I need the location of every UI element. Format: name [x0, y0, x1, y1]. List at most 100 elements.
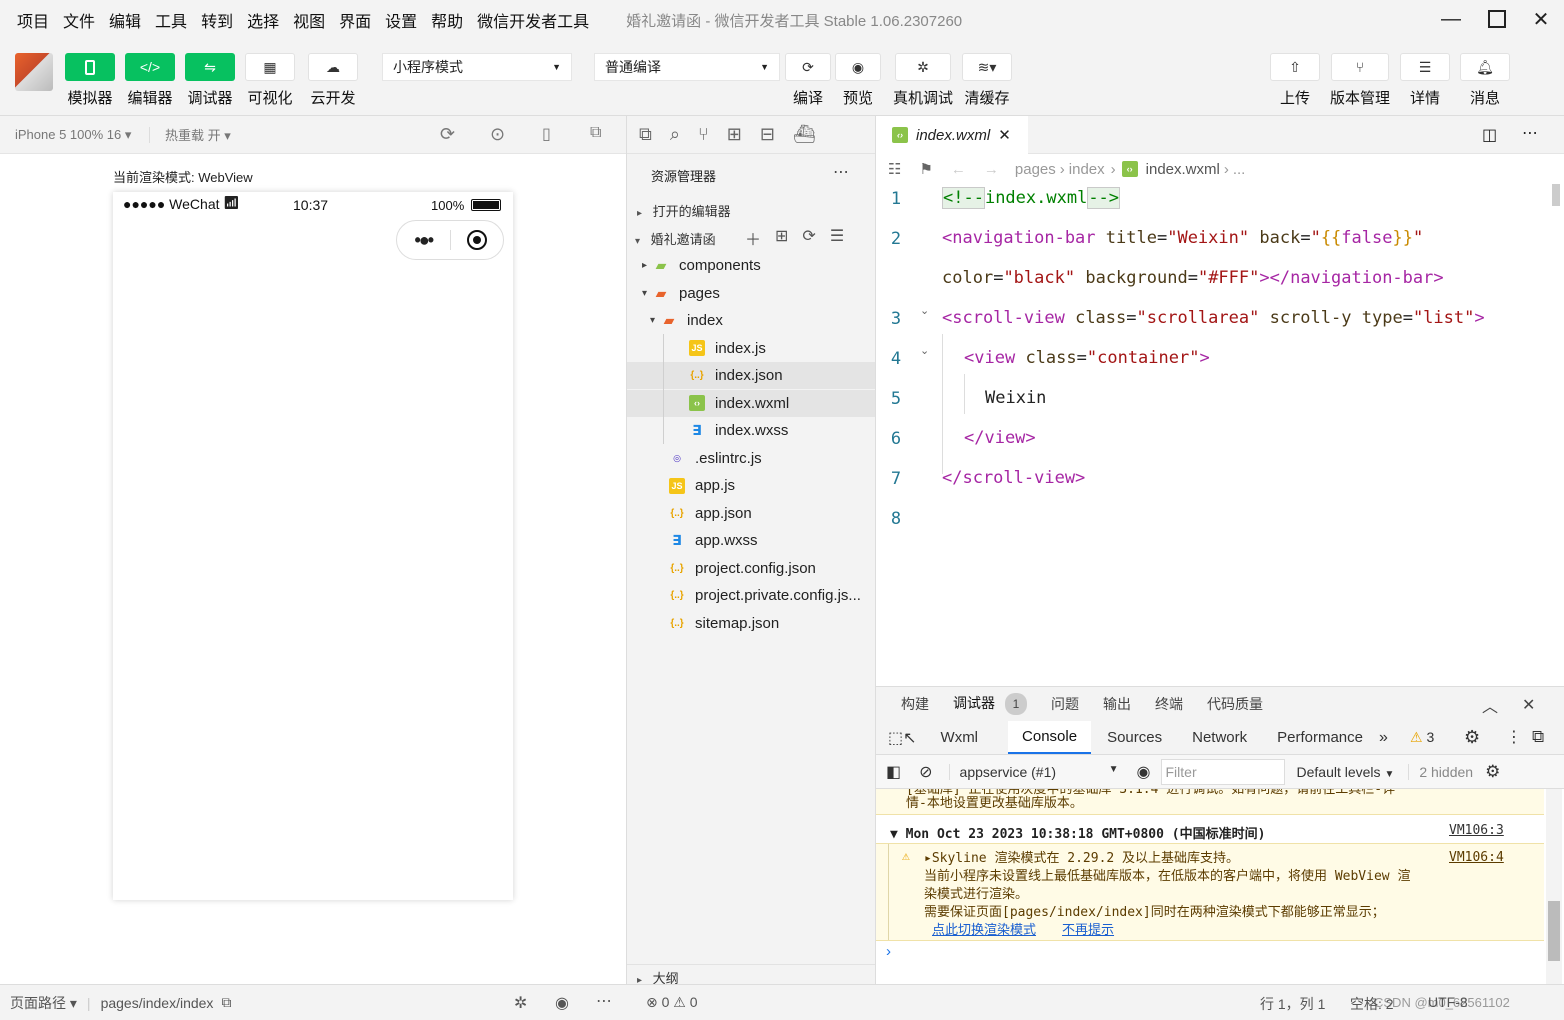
back-arrow-icon[interactable]: ← [951, 161, 966, 178]
sidebar-toggle-icon[interactable]: ◧ [886, 762, 901, 782]
console-prompt-icon[interactable]: › [886, 943, 891, 960]
hot-reload-select[interactable]: 热重载 开 ▾ [150, 125, 231, 144]
version-button[interactable]: ⑂ 版本管理 [1330, 53, 1390, 108]
mode-select[interactable]: 小程序模式 ▼ [382, 53, 572, 81]
menu-item-edit[interactable]: 编辑 [102, 8, 148, 32]
menu-item-view[interactable]: 视图 [286, 8, 332, 32]
simulator-button[interactable]: 模拟器 [65, 53, 115, 108]
preview-button[interactable]: ◉ 预览 [835, 53, 881, 108]
chevron-down-icon[interactable]: ▾ [627, 288, 653, 299]
bookmark-icon[interactable]: ⚑ [919, 160, 932, 178]
clear-console-icon[interactable]: ⊘ [919, 762, 932, 782]
tree-item[interactable]: ◎ .eslintrc.js [627, 445, 875, 472]
cloud-button[interactable]: ☁ 云开发 [308, 53, 358, 108]
split-editor-icon[interactable]: ◫ [1482, 125, 1497, 145]
breadcrumb-index[interactable]: index [1069, 161, 1105, 178]
close-icon[interactable]: ✕ [1522, 695, 1535, 715]
device-select[interactable]: iPhone 5 100% 16 ▾ [0, 126, 150, 143]
cursor-position[interactable]: 行 1，列 1 [1260, 994, 1325, 1014]
menu-item-file[interactable]: 文件 [56, 8, 102, 32]
real-debug-button[interactable]: ✲ 真机调试 [893, 53, 953, 108]
forward-arrow-icon[interactable]: → [984, 161, 999, 178]
tab-debugger[interactable]: 调试器 [953, 685, 995, 723]
avatar[interactable] [15, 53, 53, 91]
tab-problems[interactable]: 问题 [1051, 694, 1079, 714]
tree-item[interactable]: JS app.js [627, 472, 875, 499]
compile-select[interactable]: 普通编译 ▼ [594, 53, 780, 81]
menu-item-settings[interactable]: 设置 [378, 8, 424, 32]
kebab-icon[interactable]: ⋮ [1506, 727, 1522, 747]
list-icon[interactable]: ☷ [888, 160, 901, 178]
stop-icon[interactable]: ⊙ [490, 124, 505, 145]
extensions-icon[interactable]: ⊞ [727, 124, 742, 145]
more-tabs-icon[interactable]: » [1379, 729, 1388, 747]
breadcrumb-more[interactable]: ... [1233, 161, 1246, 178]
tab-network[interactable]: Network [1192, 729, 1247, 746]
docker-icon[interactable]: ⛴ [793, 124, 816, 145]
collapse-icon[interactable]: ☰ [830, 226, 844, 250]
tab-terminal[interactable]: 终端 [1155, 694, 1183, 714]
menu-item-select[interactable]: 选择 [240, 8, 286, 32]
inspect-icon[interactable]: ⬚↖ [888, 728, 917, 748]
outline-section[interactable]: ▸ 大纲 [627, 964, 875, 986]
console-group-header[interactable]: ▼ Mon Oct 23 2023 10:38:18 GMT+0800 (中国标… [890, 823, 1265, 842]
popout-icon[interactable]: ⧉ [590, 124, 601, 142]
open-editors-section[interactable]: ▸ 打开的编辑器 [637, 201, 731, 220]
new-file-icon[interactable]: ＋ [745, 226, 761, 250]
tree-item[interactable]: {..} project.private.config.js... [627, 582, 875, 609]
context-select[interactable]: appservice (#1) ▼ [948, 763, 1119, 780]
editor-scrollbar[interactable] [1552, 184, 1560, 206]
gear-icon[interactable]: ⚙ [1464, 727, 1480, 748]
chevron-down-icon[interactable]: ▾ [627, 315, 661, 326]
editor-button[interactable]: </> 编辑器 [125, 53, 175, 108]
more-icon[interactable]: ⋯ [596, 991, 612, 1011]
tab-index-wxml[interactable]: ‹› index.wxml ✕ [876, 116, 1028, 154]
source-link[interactable]: VM106:4 [1449, 850, 1504, 865]
eye-icon[interactable]: ◉ [1137, 762, 1151, 782]
tree-item[interactable]: {..} app.json [627, 500, 875, 527]
eye-icon[interactable]: ◉ [555, 993, 569, 1013]
bug-icon[interactable]: ✲ [514, 993, 527, 1013]
tab-build[interactable]: 构建 [901, 694, 929, 714]
tab-sources[interactable]: Sources [1107, 729, 1162, 746]
code-area[interactable]: 1 2 3 4 5 6 7 8 ⌄ ⌄ <!--index.wxml--> <n… [876, 184, 1564, 686]
close-icon[interactable]: ✕ [1518, 0, 1564, 38]
breadcrumb-pages[interactable]: pages [1015, 161, 1056, 178]
rotate-icon[interactable]: ⟳ [440, 124, 455, 145]
page-path-select[interactable]: 页面路径 ▾ [0, 993, 77, 1013]
project-section[interactable]: ▾ 婚礼邀请函 [635, 229, 716, 248]
refresh-icon[interactable]: ⟳ [802, 226, 815, 250]
menu-item-devtools[interactable]: 微信开发者工具 [470, 8, 596, 32]
tab-performance[interactable]: Performance [1277, 729, 1363, 746]
source-link[interactable]: VM106:3 [1449, 823, 1504, 838]
tab-console[interactable]: Console [1008, 721, 1092, 754]
tree-item[interactable]: {..} index.json [627, 362, 875, 389]
clear-cache-button[interactable]: ≋▾ 清缓存 [962, 53, 1012, 108]
new-folder-icon[interactable]: ⊞ [775, 226, 788, 250]
tree-item[interactable]: {..} project.config.json [627, 555, 875, 582]
chevron-right-icon[interactable]: ▸ [627, 260, 653, 271]
tree-item[interactable]: ▸ ▰ components [627, 252, 875, 279]
dont-show-again-link[interactable]: 不再提示 [1062, 923, 1114, 938]
copy-icon[interactable]: ⧉ [221, 994, 231, 1011]
tree-item[interactable]: ▾ ▰ index [627, 307, 875, 334]
compile-button[interactable]: ⟳ 编译 [785, 53, 831, 108]
tree-item[interactable]: ▾ ▰ pages [627, 280, 875, 307]
fold-chevron-icon[interactable]: ⌄ [920, 304, 929, 317]
breadcrumb-file[interactable]: index.wxml [1146, 161, 1220, 178]
visual-button[interactable]: ▦ 可视化 [245, 53, 295, 108]
gear-icon[interactable]: ⚙ [1485, 762, 1500, 782]
details-button[interactable]: ☰ 详情 [1400, 53, 1450, 108]
tree-item[interactable]: {..} sitemap.json [627, 610, 875, 637]
tab-code-quality[interactable]: 代码质量 [1207, 694, 1263, 714]
minimize-icon[interactable]: — [1428, 0, 1474, 38]
menu-item-interface[interactable]: 界面 [332, 8, 378, 32]
more-dots-icon[interactable]: •●• [397, 230, 450, 251]
undock-icon[interactable]: ⧉ [1532, 727, 1544, 747]
menu-item-tools[interactable]: 工具 [148, 8, 194, 32]
close-capsule-icon[interactable] [450, 230, 503, 250]
tree-item[interactable]: ‹› index.wxml [627, 389, 875, 417]
messages-button[interactable]: 🔔︎ 消息 [1460, 53, 1510, 108]
menu-item-help[interactable]: 帮助 [424, 8, 470, 32]
phone-icon[interactable]: ▯ [542, 124, 551, 144]
